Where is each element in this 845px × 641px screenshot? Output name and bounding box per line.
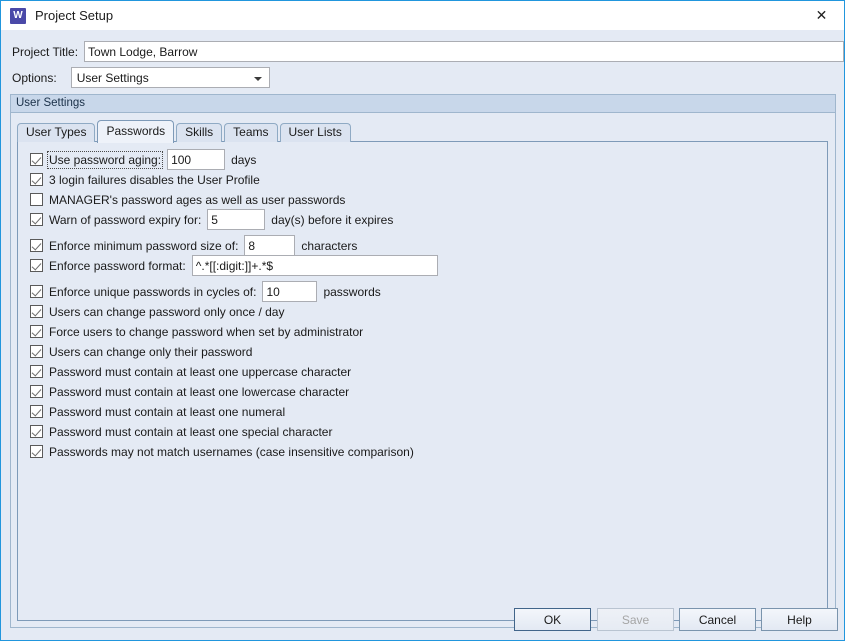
options-selected-value: User Settings	[72, 71, 149, 85]
dialog-body: Project Title: Options: User Settings Us…	[1, 30, 844, 640]
setting-label[interactable]: Use password aging:	[49, 153, 161, 167]
setting-row: Password must contain at least one speci…	[30, 422, 444, 441]
setting-row: Passwords may not match usernames (case …	[30, 442, 444, 461]
checkbox[interactable]	[30, 173, 43, 186]
tab-teams[interactable]: Teams	[224, 123, 277, 142]
setting-row: 3 login failures disables the User Profi…	[30, 170, 444, 189]
setting-label[interactable]: Password must contain at least one speci…	[49, 425, 332, 439]
setting-row: Users can change only their password	[30, 342, 444, 361]
setting-row: Use password aging: days	[30, 150, 444, 169]
chevron-down-icon	[254, 77, 262, 81]
checkbox[interactable]	[30, 259, 43, 272]
password-settings-list: Use password aging: days 3 login failures …	[30, 150, 444, 462]
checkbox[interactable]	[30, 445, 43, 458]
checkbox[interactable]	[30, 285, 43, 298]
project-setup-dialog: W Project Setup ✕ Project Title: Options…	[0, 0, 845, 641]
setting-row: Enforce unique passwords in cycles of: pa…	[30, 282, 444, 301]
setting-value-input[interactable]	[262, 281, 317, 302]
tab-passwords[interactable]: Passwords	[97, 120, 174, 143]
checkbox[interactable]	[30, 345, 43, 358]
setting-value-input[interactable]	[244, 235, 295, 256]
setting-suffix: passwords	[323, 285, 380, 299]
user-settings-groupbox: User Settings User TypesPasswordsSkillsT…	[10, 94, 836, 628]
setting-row: Password must contain at least one upper…	[30, 362, 444, 381]
setting-label[interactable]: MANAGER's password ages as well as user …	[49, 193, 345, 207]
setting-value-input[interactable]	[207, 209, 265, 230]
checkbox[interactable]	[30, 405, 43, 418]
groupbox-header: User Settings	[11, 95, 835, 113]
checkbox[interactable]	[30, 213, 43, 226]
setting-label[interactable]: Force users to change password when set …	[49, 325, 363, 339]
tab-skills[interactable]: Skills	[176, 123, 222, 142]
setting-label[interactable]: Users can change password only once / da…	[49, 305, 284, 319]
options-dropdown[interactable]: User Settings	[71, 67, 270, 88]
help-button[interactable]: Help	[761, 608, 838, 631]
setting-label[interactable]: Password must contain at least one upper…	[49, 365, 351, 379]
setting-label[interactable]: Password must contain at least one numer…	[49, 405, 285, 419]
checkbox[interactable]	[30, 325, 43, 338]
setting-row: Warn of password expiry for: day(s) befor…	[30, 210, 444, 229]
setting-label[interactable]: Enforce unique passwords in cycles of:	[49, 285, 256, 299]
setting-label[interactable]: 3 login failures disables the User Profi…	[49, 173, 260, 187]
tab-user-lists[interactable]: User Lists	[280, 123, 351, 142]
options-row: Options: User Settings	[12, 67, 270, 88]
ok-button[interactable]: OK	[514, 608, 591, 631]
setting-label[interactable]: Password must contain at least one lower…	[49, 385, 349, 399]
close-icon[interactable]: ✕	[799, 1, 844, 29]
options-label: Options:	[12, 71, 57, 85]
setting-row: Enforce minimum password size of: charact…	[30, 236, 444, 255]
setting-value-input[interactable]	[192, 255, 438, 276]
setting-row: Password must contain at least one numer…	[30, 402, 444, 421]
checkbox[interactable]	[30, 365, 43, 378]
setting-suffix: day(s) before it expires	[271, 213, 393, 227]
w-app-icon: W	[10, 8, 26, 24]
dialog-button-bar: OK SaveCancelHelp	[1, 599, 844, 640]
checkbox[interactable]	[30, 239, 43, 252]
setting-label[interactable]: Enforce password format:	[49, 259, 186, 273]
setting-row: Users can change password only once / da…	[30, 302, 444, 321]
setting-row: Force users to change password when set …	[30, 322, 444, 341]
save-button: Save	[597, 608, 674, 631]
setting-row: Password must contain at least one lower…	[30, 382, 444, 401]
cancel-button[interactable]: Cancel	[679, 608, 756, 631]
checkbox[interactable]	[30, 193, 43, 206]
tab-user-types[interactable]: User Types	[17, 123, 95, 142]
setting-label[interactable]: Warn of password expiry for:	[49, 213, 201, 227]
setting-suffix: days	[231, 153, 256, 167]
setting-label[interactable]: Users can change only their password	[49, 345, 252, 359]
setting-row: Enforce password format:	[30, 256, 444, 275]
project-title-label: Project Title:	[12, 45, 78, 59]
setting-suffix: characters	[301, 239, 357, 253]
setting-value-input[interactable]	[167, 149, 225, 170]
setting-label[interactable]: Passwords may not match usernames (case …	[49, 445, 414, 459]
checkbox[interactable]	[30, 385, 43, 398]
checkbox[interactable]	[30, 153, 43, 166]
tab-strip: User TypesPasswordsSkillsTeamsUser Lists	[17, 120, 353, 142]
checkbox[interactable]	[30, 305, 43, 318]
project-title-row: Project Title:	[12, 41, 844, 62]
window-title: Project Setup	[35, 8, 113, 23]
setting-label[interactable]: Enforce minimum password size of:	[49, 239, 238, 253]
checkbox[interactable]	[30, 425, 43, 438]
setting-row: MANAGER's password ages as well as user …	[30, 190, 444, 209]
project-title-input[interactable]	[84, 41, 844, 62]
title-bar: W Project Setup ✕	[1, 1, 844, 30]
passwords-tab-panel: Use password aging: days 3 login failures …	[17, 141, 828, 621]
